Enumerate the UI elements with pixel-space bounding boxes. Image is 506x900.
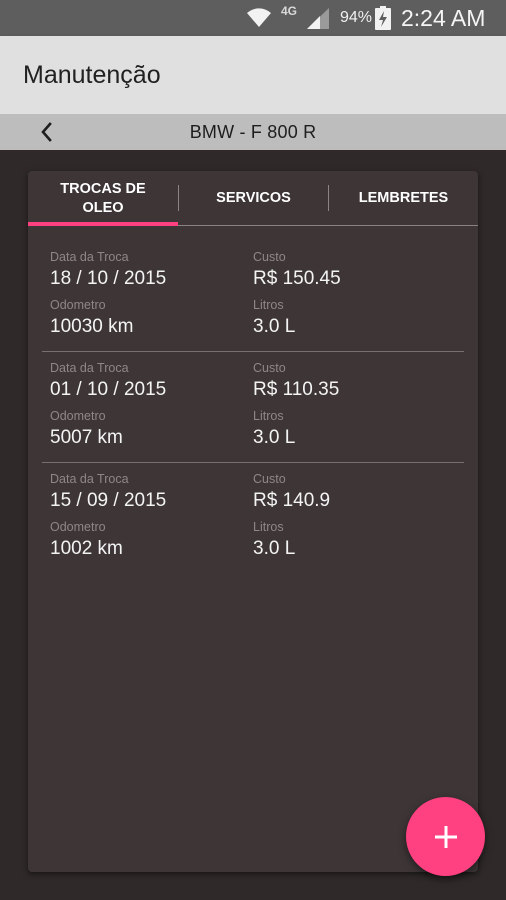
- liters-value: 3.0 L: [253, 316, 296, 337]
- date-value: 18 / 10 / 2015: [50, 268, 167, 289]
- odometer-value: 5007 km: [50, 427, 123, 448]
- plus-icon: [434, 825, 457, 848]
- cost-value: R$ 110.35: [253, 379, 340, 400]
- signal-icon: [307, 8, 329, 29]
- liters-label: Litros: [253, 520, 284, 534]
- list-item[interactable]: Data da Troca 15 / 09 / 2015 Custo R$ 14…: [42, 463, 464, 574]
- odometer-value: 10030 km: [50, 316, 134, 337]
- tab-label: TROCAS DE OLEO: [60, 180, 146, 216]
- cost-value: R$ 150.45: [253, 268, 341, 289]
- tab-bar: TROCAS DE OLEO SERVICOS LEMBRETES: [28, 171, 478, 226]
- battery-percent: 94%: [340, 9, 373, 26]
- vehicle-bar: BMW - F 800 R: [0, 114, 506, 150]
- maintenance-card: TROCAS DE OLEO SERVICOS LEMBRETES Data d…: [28, 171, 478, 872]
- cost-value: R$ 140.9: [253, 490, 331, 511]
- odometer-label: Odometro: [50, 298, 106, 312]
- vehicle-name: BMW - F 800 R: [189, 122, 317, 142]
- liters-value: 3.0 L: [253, 538, 296, 559]
- wifi-icon: [247, 8, 271, 27]
- date-label: Data da Troca: [50, 472, 129, 486]
- cost-label: Custo: [253, 472, 286, 486]
- clock: 2:24 AM: [401, 5, 486, 31]
- tab-trocas-de-oleo[interactable]: TROCAS DE OLEO: [28, 171, 178, 226]
- date-label: Data da Troca: [50, 250, 129, 264]
- date-value: 15 / 09 / 2015: [50, 490, 167, 511]
- tab-label: LEMBRETES: [358, 190, 449, 206]
- add-button[interactable]: [406, 797, 485, 876]
- page-title: Manutenção: [23, 61, 161, 89]
- oil-change-list: Data da Troca 18 / 10 / 2015 Custo R$ 15…: [42, 241, 464, 574]
- odometer-value: 1002 km: [50, 538, 123, 559]
- battery-charging-icon: [375, 6, 391, 30]
- tab-servicos[interactable]: SERVICOS: [179, 171, 328, 226]
- app-bar: Manutenção: [0, 36, 506, 114]
- status-bar: 4G 94% 2:24 AM: [0, 0, 506, 36]
- tab-indicator: [28, 222, 178, 226]
- list-item[interactable]: Data da Troca 01 / 10 / 2015 Custo R$ 11…: [42, 352, 464, 463]
- date-label: Data da Troca: [50, 361, 129, 375]
- cost-label: Custo: [253, 361, 286, 375]
- tab-label: SERVICOS: [216, 190, 291, 206]
- liters-label: Litros: [253, 298, 284, 312]
- date-value: 01 / 10 / 2015: [50, 379, 167, 400]
- odometer-label: Odometro: [50, 409, 106, 423]
- tab-lembretes[interactable]: LEMBRETES: [329, 171, 478, 226]
- list-item[interactable]: Data da Troca 18 / 10 / 2015 Custo R$ 15…: [42, 241, 464, 352]
- liters-label: Litros: [253, 409, 284, 423]
- liters-value: 3.0 L: [253, 427, 296, 448]
- cost-label: Custo: [253, 250, 286, 264]
- odometer-label: Odometro: [50, 520, 106, 534]
- network-type: 4G: [281, 4, 298, 18]
